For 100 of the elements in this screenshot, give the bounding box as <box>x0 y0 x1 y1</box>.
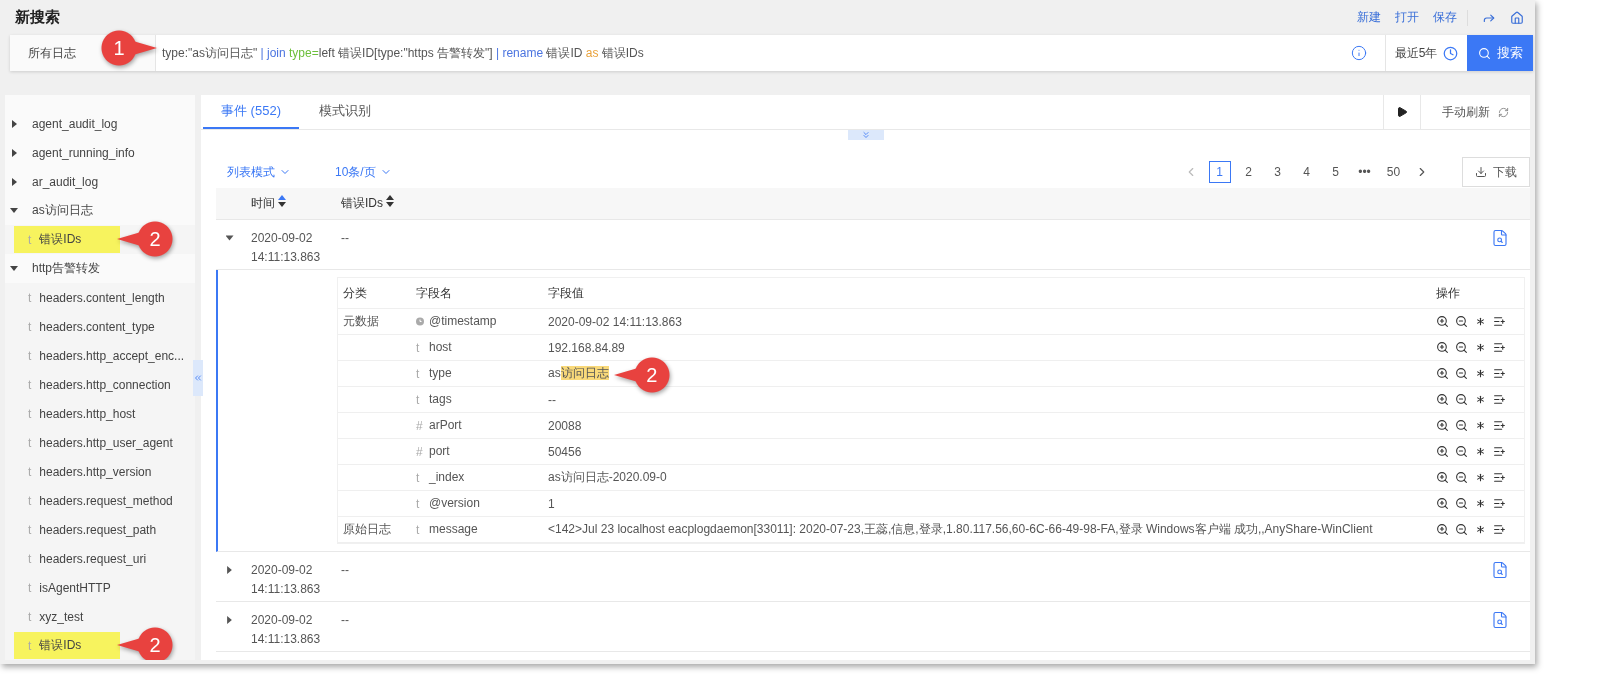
field-name: message <box>429 521 478 538</box>
callout-marker: 1 <box>101 30 157 66</box>
time-cell-text: 2020-09-02 14:11:13.863 <box>251 562 322 598</box>
header-link[interactable]: 保存 <box>1433 9 1457 26</box>
field-type-mark: # <box>416 418 424 433</box>
zoom-out-icon[interactable] <box>1455 419 1468 432</box>
row-toggle-icon[interactable] <box>225 234 234 242</box>
asterisk-icon[interactable] <box>1474 419 1487 432</box>
table-cell-text: -- <box>341 562 350 579</box>
zoom-out-icon[interactable] <box>1455 497 1468 510</box>
asterisk-icon[interactable] <box>1474 341 1487 354</box>
field-value: as访问日志-2020.09-0 <box>548 470 667 484</box>
zoom-out-icon[interactable] <box>1455 523 1468 536</box>
view-mode-select[interactable]: 列表模式 <box>221 162 297 182</box>
sort-icon[interactable] <box>386 195 395 207</box>
tab[interactable]: 模式识别 <box>300 95 389 129</box>
zoom-in-icon[interactable] <box>1436 497 1449 510</box>
field-name: arPort <box>429 417 462 434</box>
asterisk-icon[interactable] <box>1474 471 1487 484</box>
field-value: 1 <box>548 496 555 511</box>
field-type-mark: t <box>416 340 421 355</box>
expand-caret-icon[interactable] <box>10 266 18 271</box>
asterisk-icon[interactable] <box>1474 393 1487 406</box>
search-button[interactable]: 搜索 <box>1467 35 1533 71</box>
tree-item[interactable]: agent_running_info <box>32 145 135 160</box>
list-add-icon[interactable] <box>1493 315 1506 328</box>
list-add-icon[interactable] <box>1493 497 1506 510</box>
asterisk-icon[interactable] <box>1474 315 1487 328</box>
list-add-icon[interactable] <box>1493 341 1506 354</box>
time-cell-text: 2020-09-02 14:11:13.863 <box>251 612 322 648</box>
refresh-icon <box>1498 106 1509 118</box>
column-header: 时间 <box>251 195 275 212</box>
list-add-icon[interactable] <box>1493 393 1506 406</box>
callout-marker: 2 <box>613 357 670 393</box>
field-name: port <box>429 443 450 460</box>
page-title: 新搜索 <box>15 8 61 27</box>
zoom-in-icon[interactable] <box>1436 315 1449 328</box>
category-cell-text: 原始日志 <box>343 521 392 538</box>
asterisk-icon[interactable] <box>1474 445 1487 458</box>
asterisk-icon[interactable] <box>1474 523 1487 536</box>
header-link[interactable]: 新建 <box>1357 9 1381 26</box>
download-icon <box>1475 166 1487 178</box>
callout-marker: 2 <box>117 627 173 660</box>
clock-icon <box>1443 45 1459 61</box>
list-add-icon[interactable] <box>1493 523 1506 536</box>
zoom-in-icon[interactable] <box>1436 445 1449 458</box>
field-name: type <box>429 365 452 382</box>
list-add-icon[interactable] <box>1493 445 1506 458</box>
page-button[interactable]: 1 <box>1208 161 1231 183</box>
home-icon[interactable] <box>1510 10 1524 25</box>
field-value: 192.168.84.89 <box>548 340 625 355</box>
sort-icon[interactable] <box>278 195 287 207</box>
header-link[interactable]: 打开 <box>1395 9 1419 26</box>
list-add-icon[interactable] <box>1493 471 1506 484</box>
table-cell-text: -- <box>341 230 350 247</box>
field-value: 50456 <box>548 444 582 459</box>
view-detail-icon[interactable] <box>1491 611 1509 629</box>
column-header: 操作 <box>1436 284 1461 302</box>
tree-item[interactable]: agent_audit_log <box>32 116 118 131</box>
tab[interactable]: 事件 (552) <box>203 95 299 129</box>
zoom-in-icon[interactable] <box>1436 367 1449 380</box>
zoom-in-icon[interactable] <box>1436 471 1449 484</box>
double-chevron-down-icon <box>860 130 871 140</box>
zoom-out-icon[interactable] <box>1455 471 1468 484</box>
tree-item[interactable]: ar_audit_log <box>32 174 99 189</box>
field-name: host <box>429 339 452 356</box>
zoom-out-icon[interactable] <box>1455 445 1468 458</box>
list-add-icon[interactable] <box>1493 367 1506 380</box>
query-field[interactable]: type:"as访问日志" | join type=left 错误ID[type:"https 告警转发"] | rename 错误ID as 错误IDs <box>156 35 1333 71</box>
category-cell-text: 元数据 <box>343 313 380 330</box>
asterisk-icon[interactable] <box>1474 497 1487 510</box>
field-item[interactable]: t 错误IDs <box>14 632 120 659</box>
field-item[interactable]: t 错误IDs <box>14 226 120 253</box>
expand-caret-icon[interactable] <box>12 177 17 186</box>
tree-item[interactable]: as访问日志 <box>32 202 93 219</box>
play-icon <box>1396 106 1408 118</box>
view-detail-icon[interactable] <box>1491 561 1509 579</box>
zoom-in-icon[interactable] <box>1436 341 1449 354</box>
list-add-icon[interactable] <box>1493 419 1506 432</box>
asterisk-icon[interactable] <box>1474 367 1487 380</box>
expand-caret-icon[interactable] <box>10 208 18 213</box>
field-value: -- <box>548 392 556 407</box>
zoom-in-icon[interactable] <box>1436 523 1449 536</box>
zoom-out-icon[interactable] <box>1455 315 1468 328</box>
zoom-out-icon[interactable] <box>1455 367 1468 380</box>
zoom-out-icon[interactable] <box>1455 341 1468 354</box>
view-detail-icon[interactable] <box>1491 229 1509 247</box>
field-name: @version <box>429 495 480 512</box>
expand-caret-icon[interactable] <box>12 119 17 128</box>
expand-caret-icon[interactable] <box>12 148 17 157</box>
zoom-in-icon[interactable] <box>1436 393 1449 406</box>
zoom-out-icon[interactable] <box>1455 393 1468 406</box>
zoom-in-icon[interactable] <box>1436 419 1449 432</box>
column-header: 分类 <box>342 284 368 302</box>
download-button[interactable]: 下载 <box>1462 157 1530 187</box>
callout-marker: 2 <box>117 221 173 257</box>
tree-item[interactable]: http告警转发 <box>32 260 100 277</box>
page-size-select[interactable]: 10条/页 <box>329 162 398 182</box>
field-type-mark: t <box>416 496 421 511</box>
field-type-mark: t <box>416 522 421 537</box>
